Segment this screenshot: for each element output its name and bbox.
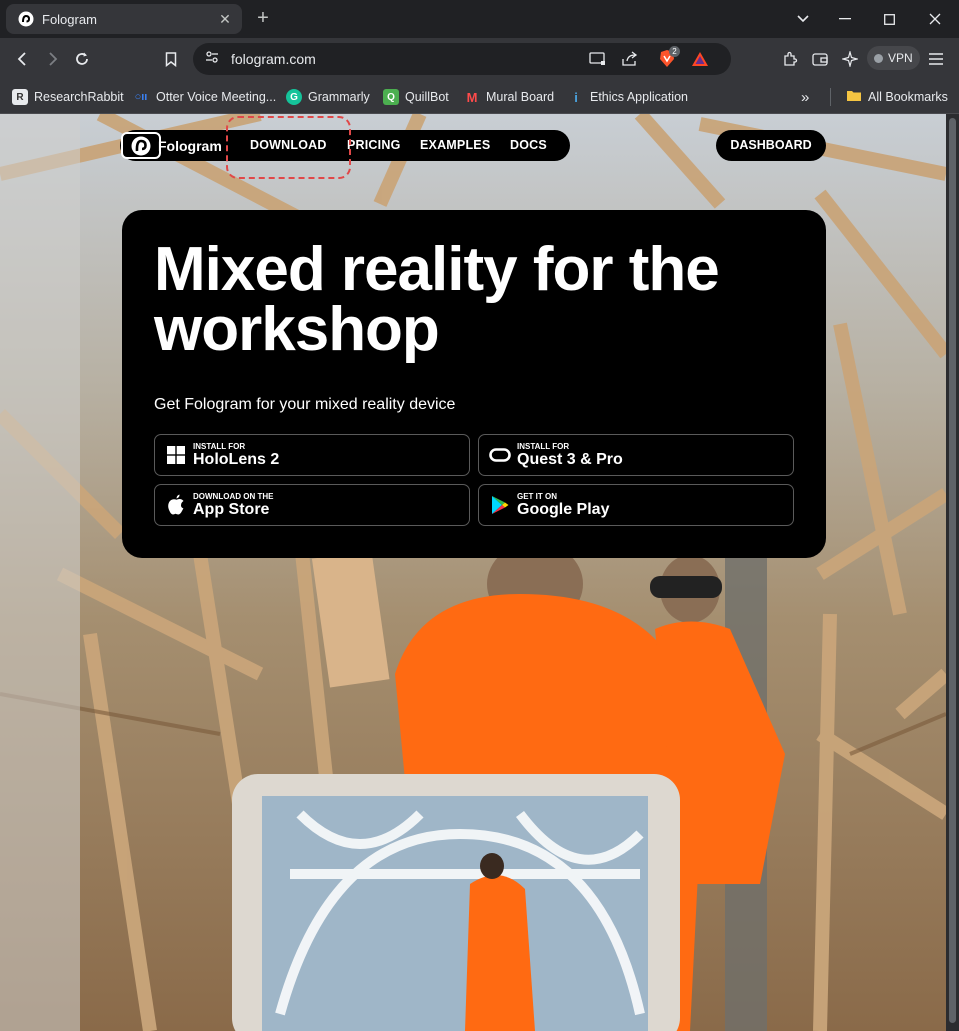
share-icon[interactable] [621,43,639,75]
store-name: Google Play [517,500,610,518]
researchrabbit-icon: R [12,89,28,105]
fologram-favicon-icon [18,11,34,27]
tab-bar: Fologram ✕ + [0,0,959,38]
hero-subtitle: Get Fologram for your mixed reality devi… [154,396,456,413]
fologram-logo[interactable]: Fologram [120,130,222,161]
menu-icon[interactable] [925,48,947,70]
bookmarks-divider [830,88,831,106]
quillbot-icon: Q [383,89,399,105]
wallet-icon[interactable] [809,48,831,70]
nav-docs[interactable]: DOCS [510,130,547,161]
tablet-device [232,774,680,1031]
address-bar[interactable]: fologram.com 2 [193,43,731,75]
app-store-button[interactable]: DOWNLOAD ON THE App Store [154,484,470,526]
all-bookmarks[interactable]: All Bookmarks [846,86,948,108]
close-window-icon[interactable] [924,8,946,30]
nav-pricing[interactable]: PRICING [347,130,401,161]
new-tab-icon[interactable]: + [252,8,274,30]
windows-icon [165,444,187,466]
web-page: Fologram DOWNLOAD PRICING EXAMPLES DOCS … [0,114,946,1031]
browser-toolbar: fologram.com 2 VPN [0,38,959,80]
meta-quest-icon [489,444,511,466]
maximize-icon[interactable] [878,8,900,30]
bookmark-researchrabbit[interactable]: R ResearchRabbit [12,86,124,108]
dashboard-button[interactable]: DASHBOARD [716,130,826,161]
brand-name: Fologram [158,137,222,154]
otter-icon: ○ıı [134,91,148,103]
quest-install-button[interactable]: INSTALL FOR Quest 3 & Pro [478,434,794,476]
fologram-logo-icon [121,132,161,159]
bookmark-ethics[interactable]: i Ethics Application [568,86,688,108]
google-play-icon [489,494,511,516]
bookmark-otter[interactable]: ○ıı Otter Voice Meeting... [132,86,277,108]
bookmark-icon[interactable] [160,48,182,70]
tab-search-icon[interactable] [792,8,814,30]
store-name: HoloLens 2 [193,450,280,468]
back-icon[interactable] [12,48,34,70]
brave-shields-icon[interactable]: 2 [657,43,680,75]
store-name: App Store [193,500,270,518]
url-text[interactable]: fologram.com [231,51,316,67]
bookmark-grammarly[interactable]: G Grammarly [286,86,370,108]
minimize-icon[interactable] [834,8,856,30]
bookmark-quillbot[interactable]: Q QuillBot [383,86,449,108]
download-highlight-annotation [226,116,351,179]
vpn-status-icon [874,53,883,63]
google-play-button[interactable]: GET IT ON Google Play [478,484,794,526]
store-caption: GET IT ON [517,491,557,501]
hero-title: Mixed reality for the workshop [154,235,720,364]
tab-close-icon[interactable]: ✕ [216,10,234,28]
bookmarks-overflow-icon[interactable]: » [801,86,809,108]
store-name: Quest 3 & Pro [517,450,623,468]
cast-icon[interactable] [589,43,607,75]
tab-title: Fologram [42,11,97,27]
leo-ai-icon[interactable] [839,48,861,70]
folder-icon [846,89,862,105]
bookmark-mural[interactable]: M Mural Board [464,86,555,108]
vpn-button[interactable]: VPN [867,46,920,70]
page-scrollbar[interactable] [946,114,959,1031]
nav-examples[interactable]: EXAMPLES [420,130,490,161]
forward-icon[interactable] [41,48,63,70]
ethics-icon: i [574,89,578,105]
grammarly-icon: G [286,89,302,105]
store-caption: INSTALL FOR [193,441,246,451]
tab-fologram[interactable]: Fologram ✕ [6,4,242,34]
hero-card: Mixed reality for the workshop Get Folog… [122,210,826,558]
apple-icon [165,494,187,516]
scrollbar-thumb[interactable] [949,118,956,1023]
hololens-install-button[interactable]: INSTALL FOR HoloLens 2 [154,434,470,476]
mural-icon: M [466,89,478,105]
brave-rewards-icon[interactable] [691,43,709,75]
bookmarks-bar: R ResearchRabbit ○ıı Otter Voice Meeting… [0,80,959,114]
extensions-icon[interactable] [779,48,801,70]
shields-badge: 2 [669,46,680,57]
vpn-label: VPN [888,51,913,65]
site-settings-icon[interactable] [205,50,219,69]
reload-icon[interactable] [71,48,93,70]
store-caption: DOWNLOAD ON THE [193,491,274,501]
store-caption: INSTALL FOR [517,441,570,451]
